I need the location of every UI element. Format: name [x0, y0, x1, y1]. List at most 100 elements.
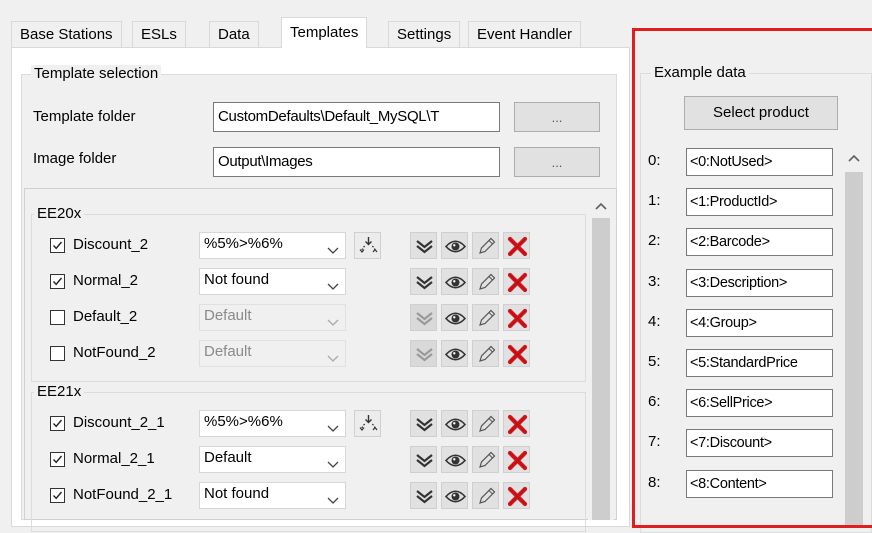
scroll-thumb[interactable] — [592, 218, 610, 520]
example-data-title: Example data — [651, 64, 749, 82]
edit-button[interactable] — [472, 410, 499, 437]
template-checkbox-notfound-2[interactable] — [50, 346, 65, 361]
preview-button[interactable] — [441, 340, 468, 367]
chevron-down-icon — [327, 276, 339, 294]
edit-button[interactable] — [472, 232, 499, 259]
example-field-index: 6: — [648, 393, 661, 411]
collapse-button[interactable] — [410, 304, 437, 331]
delete-button[interactable] — [503, 268, 530, 295]
template-folder-label: Template folder — [33, 108, 136, 125]
example-field-index: 7: — [648, 433, 661, 451]
template-select-value: Default — [204, 343, 252, 360]
group-ee20x-title: EE20x — [34, 205, 85, 223]
collapse-button[interactable] — [410, 410, 437, 437]
template-name-label: Normal_2_1 — [73, 450, 155, 467]
chevron-down-icon — [327, 454, 339, 472]
example-field-index: 4: — [648, 312, 661, 330]
template-select-value: Default — [204, 449, 252, 466]
template-select-value: %5%>%6% — [204, 235, 283, 252]
tab-templates[interactable]: Templates — [281, 17, 368, 48]
delete-button[interactable] — [503, 446, 530, 473]
group-ee21x-title: EE21x — [34, 383, 85, 401]
tab-data[interactable]: Data — [209, 21, 259, 47]
edit-button[interactable] — [472, 482, 499, 509]
preview-button[interactable] — [441, 268, 468, 295]
template-select-default-2[interactable]: Default — [199, 304, 346, 331]
templates-scrollbar[interactable] — [588, 190, 614, 520]
collapse-button[interactable] — [410, 268, 437, 295]
tab-esls[interactable]: ESLs — [132, 21, 186, 47]
template-select-notfound-2-1[interactable]: Not found — [199, 482, 346, 509]
example-data-group: Example data — [640, 64, 872, 533]
example-field-value[interactable]: <0:NotUsed> — [686, 148, 833, 176]
scroll-up-icon[interactable] — [848, 154, 860, 162]
preview-button[interactable] — [441, 304, 468, 331]
tab-event-handler[interactable]: Event Handler — [468, 21, 582, 47]
template-select-value: %5%>%6% — [204, 413, 283, 430]
edit-button[interactable] — [472, 304, 499, 331]
example-field-value[interactable]: <5:StandardPrice — [686, 349, 833, 377]
collapse-button[interactable] — [410, 446, 437, 473]
chevron-down-icon — [327, 490, 339, 508]
template-select-discount-2-1[interactable]: %5%>%6% — [199, 410, 346, 437]
select-product-button[interactable]: Select product — [684, 96, 838, 130]
template-select-normal-2-1[interactable]: Default — [199, 446, 346, 473]
template-select-discount-2[interactable]: %5%>%6% — [199, 232, 346, 259]
delete-button[interactable] — [503, 482, 530, 509]
template-select-normal-2[interactable]: Not found — [199, 268, 346, 295]
example-field-value[interactable]: <6:SellPrice> — [686, 389, 833, 418]
template-checkbox-discount-2-1[interactable] — [50, 416, 65, 431]
example-field-index: 8: — [648, 473, 661, 491]
collapse-button[interactable] — [410, 482, 437, 509]
template-folder-field[interactable]: CustomDefaults\Default_MySQL\T — [213, 102, 500, 132]
template-name-label: NotFound_2 — [73, 344, 156, 361]
scroll-up-icon[interactable] — [595, 202, 607, 210]
preview-button[interactable] — [441, 482, 468, 509]
image-folder-browse-button[interactable]: ... — [514, 147, 600, 177]
image-folder-field[interactable]: Output\Images — [213, 147, 500, 177]
template-select-value: Default — [204, 307, 252, 324]
reload-template-button[interactable] — [354, 232, 381, 259]
example-field-value[interactable]: <3:Description> — [686, 268, 833, 297]
template-name-label: Normal_2 — [73, 272, 139, 289]
template-folder-browse-button[interactable]: ... — [514, 102, 600, 132]
example-field-index: 3: — [648, 272, 661, 290]
example-field-value[interactable]: <7:Discount> — [686, 429, 833, 458]
template-checkbox-normal-2[interactable] — [50, 274, 65, 289]
example-field-value[interactable]: <2:Barcode> — [686, 228, 833, 257]
collapse-button[interactable] — [410, 232, 437, 259]
preview-button[interactable] — [441, 232, 468, 259]
edit-button[interactable] — [472, 340, 499, 367]
chevron-down-icon — [327, 240, 339, 258]
edit-button[interactable] — [472, 446, 499, 473]
delete-button[interactable] — [503, 410, 530, 437]
chevron-down-icon — [327, 312, 339, 330]
template-select-value: Not found — [204, 485, 270, 502]
template-checkbox-default-2[interactable] — [50, 310, 65, 325]
example-field-value[interactable]: <1:ProductId> — [686, 188, 833, 217]
collapse-button[interactable] — [410, 340, 437, 367]
preview-button[interactable] — [441, 446, 468, 473]
template-select-notfound-2[interactable]: Default — [199, 340, 346, 367]
image-folder-label: Image folder — [33, 150, 117, 167]
example-field-value[interactable]: <4:Group> — [686, 308, 833, 337]
delete-button[interactable] — [503, 232, 530, 259]
delete-button[interactable] — [503, 304, 530, 331]
delete-button[interactable] — [503, 340, 530, 367]
scroll-thumb[interactable] — [845, 172, 863, 528]
example-data-scrollbar[interactable] — [842, 144, 866, 528]
example-field-index: 5: — [648, 353, 661, 370]
example-field-index: 0: — [648, 152, 661, 169]
edit-button[interactable] — [472, 268, 499, 295]
example-field-index: 2: — [648, 232, 661, 250]
reload-template-button[interactable] — [354, 410, 381, 437]
template-name-label: NotFound_2_1 — [73, 486, 173, 503]
tab-base-stations[interactable]: Base Stations — [11, 21, 122, 47]
template-name-label: Discount_2 — [73, 236, 149, 253]
tab-settings[interactable]: Settings — [388, 21, 461, 47]
template-checkbox-normal-2-1[interactable] — [50, 452, 65, 467]
template-checkbox-discount-2[interactable] — [50, 238, 65, 253]
preview-button[interactable] — [441, 410, 468, 437]
template-checkbox-notfound-2-1[interactable] — [50, 488, 65, 503]
example-field-value[interactable]: <8:Content> — [686, 469, 833, 498]
